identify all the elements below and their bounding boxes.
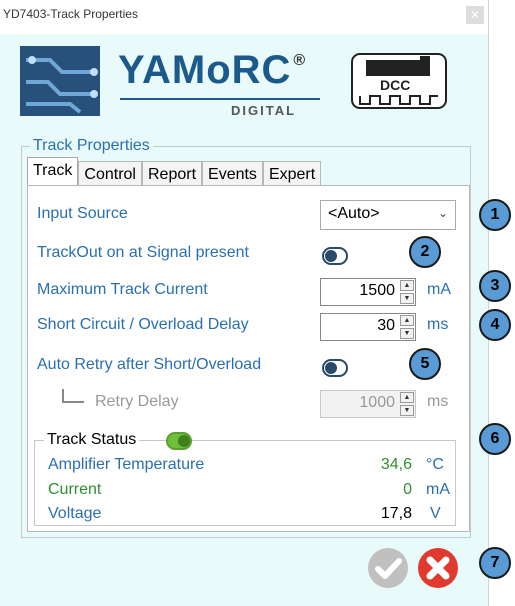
callout-badge: 2 <box>409 236 441 268</box>
callout-badge: 3 <box>479 270 511 302</box>
spin-down-button[interactable]: ▼ <box>400 328 414 339</box>
status-unit: °C <box>426 456 444 473</box>
toggle-knob <box>325 250 337 262</box>
short-delay-unit: ms <box>427 316 449 333</box>
spin-down-button[interactable]: ▼ <box>400 293 414 304</box>
properties-window: YD7403-Track Properties ✕ YAMoRC ® DIGITA… <box>0 0 489 606</box>
spin-up-button[interactable]: ▲ <box>400 280 414 291</box>
toggle-knob <box>325 362 337 374</box>
status-label: Voltage <box>48 505 102 522</box>
track-status-toggle[interactable] <box>166 432 192 450</box>
indent-connector <box>62 389 84 403</box>
dcc-text: DCC <box>380 77 410 93</box>
check-icon <box>375 558 402 579</box>
auto-retry-label: Auto Retry after Short/Overload <box>37 356 262 373</box>
status-unit: V <box>430 505 441 522</box>
callout-badge: 1 <box>479 199 511 231</box>
retry-delay-value: 1000 <box>359 394 395 411</box>
cancel-button[interactable] <box>418 548 458 588</box>
brand-subtitle: DIGITAL <box>231 103 297 118</box>
max-current-spinbox[interactable]: 1500 ▲ ▼ <box>320 278 416 306</box>
max-current-unit: mA <box>427 281 451 298</box>
retry-delay-spinbox[interactable]: 1000 ▲ ▼ <box>320 390 416 418</box>
retry-delay-label: Retry Delay <box>95 393 179 410</box>
spin-up-button[interactable]: ▲ <box>400 392 414 403</box>
spin-down-button[interactable]: ▼ <box>400 405 414 416</box>
track-status-title: Track Status <box>44 431 140 449</box>
trackout-signal-toggle[interactable] <box>322 247 348 265</box>
status-unit: mA <box>426 481 450 498</box>
auto-retry-toggle[interactable] <box>322 359 348 377</box>
callout-badge: 4 <box>479 309 511 341</box>
toggle-knob <box>178 435 190 447</box>
status-value: 0 <box>403 481 412 498</box>
cancel-icon <box>426 556 450 580</box>
callout-badge: 7 <box>479 547 511 579</box>
max-current-label: Maximum Track Current <box>37 281 208 298</box>
group-title: Track Properties <box>30 137 153 155</box>
callout-badge: 5 <box>409 348 441 380</box>
tab-bar: Track Control Report Events Expert <box>27 157 322 190</box>
spin-up-button[interactable]: ▲ <box>400 315 414 326</box>
short-delay-value: 30 <box>377 317 395 334</box>
input-source-label: Input Source <box>37 205 128 222</box>
dcc-locomotive-icon: DCC <box>351 53 447 109</box>
short-delay-label: Short Circuit / Overload Delay <box>37 316 249 333</box>
max-current-value: 1500 <box>359 282 395 299</box>
ok-button[interactable] <box>368 548 408 588</box>
input-source-value: <Auto> <box>328 205 380 222</box>
retry-delay-unit: ms <box>427 393 449 410</box>
status-label: Current <box>48 481 102 498</box>
status-value: 34,6 <box>380 456 412 473</box>
brand-underline <box>120 98 320 100</box>
window-title: YD7403-Track Properties <box>3 7 138 21</box>
brand-name: YAMoRC ® <box>118 48 307 92</box>
status-label: Amplifier Temperature <box>48 456 205 473</box>
chevron-down-icon: ⌄ <box>437 206 448 220</box>
status-value: 17,8 <box>380 505 412 522</box>
circuit-board-icon <box>20 46 100 116</box>
short-delay-spinbox[interactable]: 30 ▲ ▼ <box>320 313 416 341</box>
title-bar: YD7403-Track Properties ✕ <box>0 0 488 34</box>
callout-badge: 6 <box>479 423 511 455</box>
input-source-select[interactable]: <Auto> ⌄ <box>320 200 456 230</box>
trackout-signal-label: TrackOut on at Signal present <box>37 244 249 261</box>
window-close-button[interactable]: ✕ <box>466 6 484 24</box>
